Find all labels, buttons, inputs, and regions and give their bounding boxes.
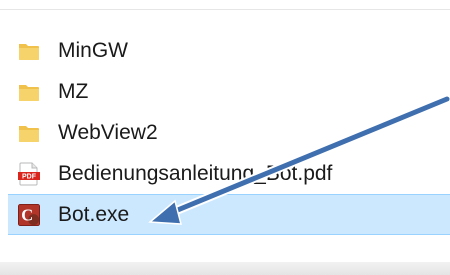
pdf-icon: PDF — [18, 162, 40, 185]
file-list: MinGW MZ WebView2 PDF Bedienungsanleitun… — [0, 30, 450, 235]
file-item-bedienungsanleitung-pdf[interactable]: PDF Bedienungsanleitung_Bot.pdf — [0, 153, 450, 194]
file-name: Bot.exe — [58, 202, 130, 226]
top-divider — [0, 9, 450, 10]
file-item-mingw[interactable]: MinGW — [0, 30, 450, 71]
file-item-mz[interactable]: MZ — [0, 71, 450, 112]
file-explorer-view: MinGW MZ WebView2 PDF Bedienungsanleitun… — [0, 0, 450, 275]
app-icon-label: C — [21, 205, 33, 224]
file-item-bot-exe[interactable]: C Bot.exe — [8, 194, 450, 235]
pdf-icon-label: PDF — [22, 173, 37, 180]
file-name: MinGW — [58, 38, 128, 62]
folder-icon — [18, 81, 40, 103]
file-name: MZ — [58, 79, 89, 103]
file-name: WebView2 — [58, 120, 158, 144]
app-icon: C — [18, 203, 40, 226]
folder-icon — [18, 40, 40, 62]
file-item-webview2[interactable]: WebView2 — [0, 112, 450, 153]
file-name: Bedienungsanleitung_Bot.pdf — [58, 161, 333, 185]
bottom-edge — [0, 262, 450, 275]
folder-icon — [18, 122, 40, 144]
